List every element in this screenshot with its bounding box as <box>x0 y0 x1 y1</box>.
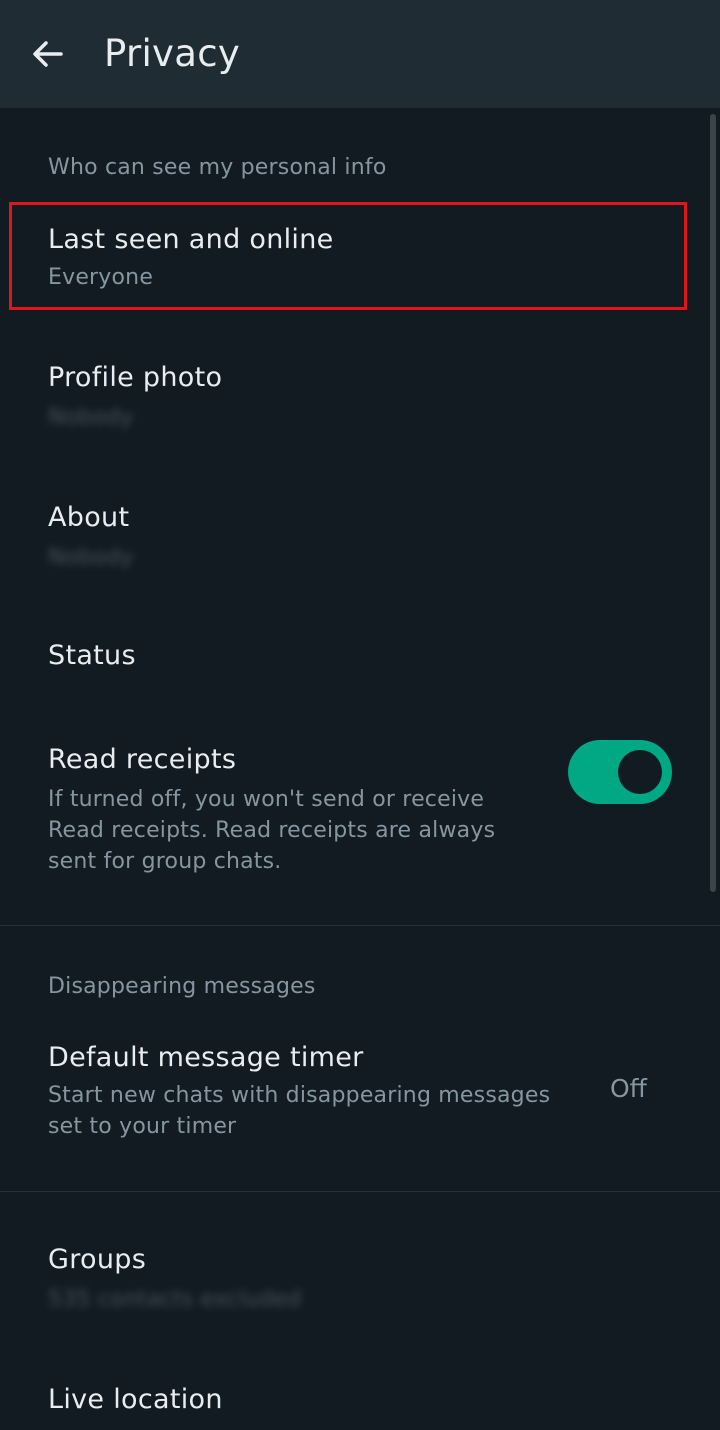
setting-title: Live location <box>48 1384 223 1415</box>
setting-default-message-timer[interactable]: Default message timer Start new chats wi… <box>0 1020 700 1160</box>
scrollbar[interactable] <box>710 114 716 892</box>
setting-status[interactable]: Status <box>0 620 700 700</box>
setting-title: Profile photo <box>48 362 223 393</box>
setting-groups[interactable]: Groups 535 contacts excluded <box>0 1222 700 1332</box>
setting-about[interactable]: About Nobody <box>0 480 700 590</box>
setting-title: Read receipts <box>48 744 237 775</box>
setting-description: If turned off, you won't send or receive… <box>48 787 496 874</box>
timer-value: Off <box>610 1074 647 1103</box>
page-title: Privacy <box>104 32 241 75</box>
read-receipts-toggle[interactable] <box>568 740 672 804</box>
back-button[interactable] <box>22 28 74 80</box>
section-header-disappearing: Disappearing messages <box>48 974 316 999</box>
divider <box>0 925 720 926</box>
setting-title: Default message timer <box>48 1042 364 1073</box>
toggle-knob <box>618 750 662 794</box>
arrow-left-icon <box>33 41 63 67</box>
app-bar: Privacy <box>0 0 720 108</box>
setting-profile-photo[interactable]: Profile photo Nobody <box>0 340 700 450</box>
setting-value: 535 contacts excluded <box>48 1287 302 1312</box>
setting-value: Nobody <box>48 545 134 570</box>
setting-value: Nobody <box>48 405 134 430</box>
divider <box>0 1191 720 1192</box>
setting-live-location[interactable]: Live location <box>0 1362 700 1430</box>
setting-title: Status <box>48 640 136 671</box>
section-header-personal-info: Who can see my personal info <box>48 155 387 180</box>
setting-title: Groups <box>48 1244 147 1275</box>
setting-description: Start new chats with disappearing messag… <box>48 1083 551 1139</box>
highlight-box <box>9 202 687 310</box>
setting-title: About <box>48 502 130 533</box>
